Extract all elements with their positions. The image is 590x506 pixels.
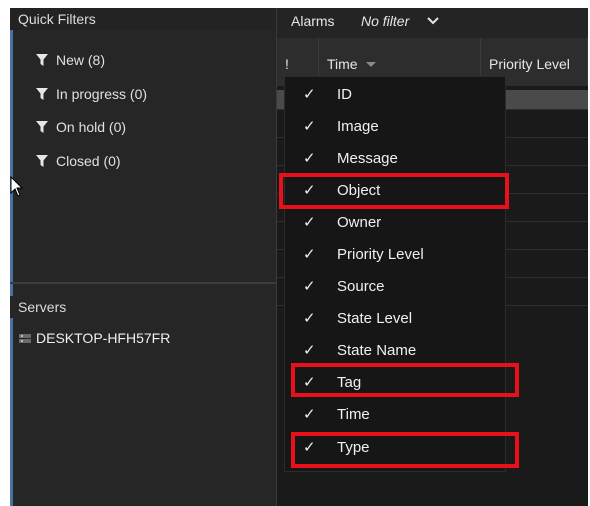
- quick-filter-label: In progress (0): [56, 86, 148, 102]
- menu-item-label: Object: [337, 182, 381, 199]
- menu-item-image[interactable]: ✓ Image: [285, 112, 505, 142]
- chevron-down-icon[interactable]: [427, 16, 439, 26]
- alarms-filter-select[interactable]: No filter: [361, 8, 409, 34]
- menu-item-state-level[interactable]: ✓ State Level: [285, 304, 505, 334]
- menu-item-label: Message: [337, 150, 398, 167]
- checkmark-icon: ✓: [303, 406, 316, 423]
- checkmark-icon: ✓: [303, 342, 316, 359]
- menu-item-tag[interactable]: ✓ Tag: [285, 368, 505, 398]
- menu-item-label: Image: [337, 118, 379, 135]
- menu-item-label: State Name: [337, 342, 417, 359]
- menu-item-id[interactable]: ✓ ID: [285, 80, 505, 110]
- panel-accent-bar: [10, 8, 13, 506]
- menu-item-label: Type: [337, 439, 370, 456]
- checkmark-icon: ✓: [303, 150, 316, 167]
- quick-filter-label: New (8): [56, 52, 106, 68]
- menu-item-label: Time: [337, 406, 370, 423]
- servers-header: Servers: [10, 296, 276, 318]
- server-icon: [18, 329, 32, 343]
- alarms-title: Alarms: [291, 13, 335, 29]
- left-panel: Quick Filters New (8) In progress (0) On…: [10, 8, 277, 506]
- alarms-toolbar: Alarms No filter: [277, 8, 588, 38]
- checkmark-icon: ✓: [303, 310, 316, 327]
- checkmark-icon: ✓: [303, 118, 316, 135]
- menu-item-message[interactable]: ✓ Message: [285, 144, 505, 174]
- menu-item-priority-level[interactable]: ✓ Priority Level: [285, 240, 505, 270]
- menu-item-source[interactable]: ✓ Source: [285, 272, 505, 302]
- quick-filter-in-progress[interactable]: In progress (0): [36, 83, 147, 105]
- checkmark-icon: ✓: [303, 278, 316, 295]
- mouse-cursor-icon: [10, 176, 24, 197]
- funnel-icon: [36, 54, 48, 66]
- menu-item-state-name[interactable]: ✓ State Name: [285, 336, 505, 366]
- checkmark-icon: ✓: [303, 374, 316, 391]
- menu-item-label: Owner: [337, 214, 382, 231]
- checkmark-icon: ✓: [303, 246, 316, 263]
- menu-item-label: State Level: [337, 310, 413, 327]
- menu-item-label: Tag: [337, 374, 362, 391]
- quick-filter-label: On hold (0): [56, 119, 127, 135]
- quick-filter-on-hold[interactable]: On hold (0): [36, 116, 126, 138]
- funnel-icon: [36, 88, 48, 100]
- menu-item-time[interactable]: ✓ Time: [285, 400, 505, 430]
- menu-item-label: Source: [337, 278, 385, 295]
- quick-filters-header: Quick Filters: [10, 8, 276, 30]
- funnel-icon: [36, 121, 48, 133]
- column-header-time-label: Time: [327, 56, 358, 72]
- menu-item-label: ID: [337, 86, 352, 103]
- quick-filter-new[interactable]: New (8): [36, 49, 105, 71]
- menu-item-label: Priority Level: [337, 246, 424, 263]
- server-label: DESKTOP-HFH57FR: [36, 330, 171, 346]
- quick-filter-label: Closed (0): [56, 153, 121, 169]
- menu-item-type[interactable]: ✓ Type: [285, 433, 505, 463]
- column-chooser-menu: ✓ ID ✓ Image ✓ Message ✓ Object ✓ Owner ✓ Prio…: [284, 76, 506, 472]
- checkmark-icon: ✓: [303, 182, 316, 199]
- panel-divider: [10, 282, 276, 284]
- funnel-icon: [36, 155, 48, 167]
- menu-item-object[interactable]: ✓ Object: [285, 176, 505, 206]
- checkmark-icon: ✓: [303, 439, 316, 456]
- checkmark-icon: ✓: [303, 86, 316, 103]
- checkmark-icon: ✓: [303, 214, 316, 231]
- menu-item-owner[interactable]: ✓ Owner: [285, 208, 505, 238]
- server-item-desktop[interactable]: DESKTOP-HFH57FR: [18, 328, 170, 348]
- sort-arrow-icon: [365, 62, 376, 67]
- quick-filter-closed[interactable]: Closed (0): [36, 150, 121, 172]
